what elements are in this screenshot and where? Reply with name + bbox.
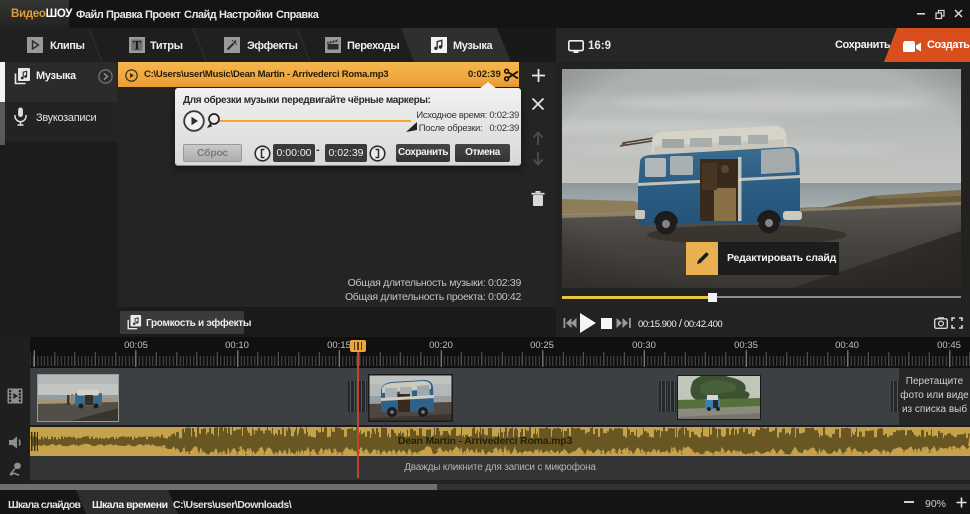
svg-text:T: T xyxy=(133,38,142,53)
